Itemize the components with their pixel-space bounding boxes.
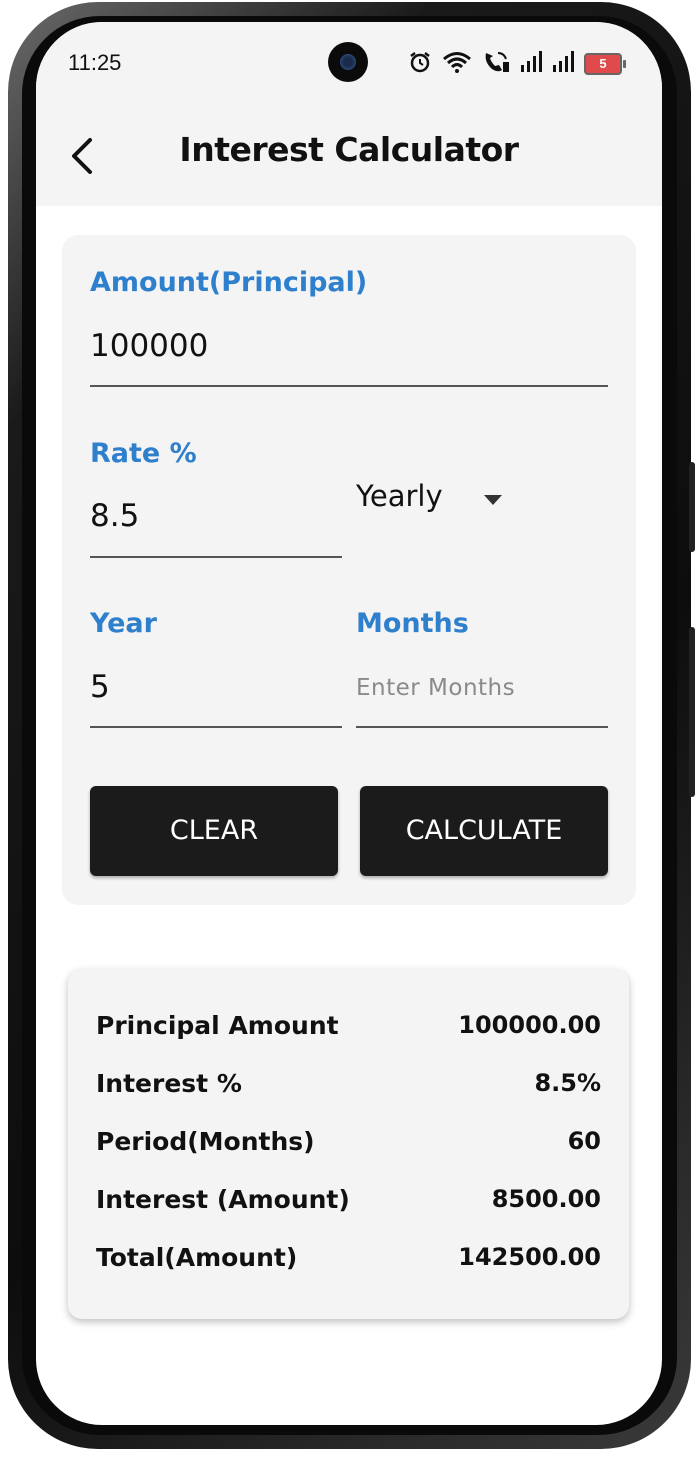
year-underline: [90, 726, 342, 728]
amount-input[interactable]: 100000: [90, 328, 208, 364]
wifi-icon: [442, 51, 472, 77]
result-label: Interest (Amount): [96, 1185, 350, 1214]
clear-button[interactable]: CLEAR: [90, 786, 338, 876]
result-value: 100000.00: [458, 1011, 601, 1039]
front-camera: [328, 42, 368, 82]
year-label: Year: [90, 608, 157, 639]
battery-icon: 5: [584, 53, 626, 75]
months-underline: [356, 726, 608, 728]
result-row: Interest (Amount) 8500.00: [96, 1185, 601, 1225]
amount-underline: [90, 385, 608, 387]
app-screen: 11:25 5 Interest Calculator Amount(Princ…: [36, 22, 662, 1425]
result-value: 142500.00: [458, 1243, 601, 1271]
rate-underline: [90, 556, 342, 558]
result-label: Period(Months): [96, 1127, 315, 1156]
rate-input[interactable]: 8.5: [90, 498, 139, 534]
months-input[interactable]: Enter Months: [356, 675, 515, 701]
result-row: Interest % 8.5%: [96, 1069, 601, 1109]
power-button: [689, 627, 695, 797]
result-value: 60: [567, 1127, 601, 1155]
alarm-icon: [408, 50, 432, 78]
result-row: Period(Months) 60: [96, 1127, 601, 1167]
chevron-down-icon: [484, 495, 502, 505]
amount-label: Amount(Principal): [90, 267, 368, 298]
result-value: 8500.00: [491, 1185, 601, 1213]
result-label: Principal Amount: [96, 1011, 339, 1040]
signal-icon: [520, 51, 542, 77]
status-icons: 5: [408, 50, 626, 78]
result-value: 8.5%: [534, 1069, 601, 1097]
volume-button: [689, 462, 695, 552]
signal-icon-2: [552, 51, 574, 77]
page-title: Interest Calculator: [179, 130, 519, 169]
result-row: Principal Amount 100000.00: [96, 1011, 601, 1051]
results-card: Principal Amount 100000.00 Interest % 8.…: [68, 969, 629, 1319]
period-type-dropdown[interactable]: Yearly: [356, 475, 516, 525]
period-type-selected: Yearly: [356, 479, 443, 513]
calculate-button[interactable]: CALCULATE: [360, 786, 608, 876]
wifi-call-icon: [482, 50, 510, 78]
result-label: Interest %: [96, 1069, 242, 1098]
status-bar: 11:25 5: [36, 22, 662, 100]
calculator-form: Amount(Principal) 100000 Rate % 8.5 Year…: [62, 235, 636, 905]
status-time: 11:25: [68, 50, 122, 75]
rate-label: Rate %: [90, 438, 197, 469]
result-row: Total(Amount) 142500.00: [96, 1243, 601, 1283]
app-bar: Interest Calculator: [36, 100, 662, 206]
months-label: Months: [356, 608, 469, 639]
year-input[interactable]: 5: [90, 669, 110, 705]
result-label: Total(Amount): [96, 1243, 298, 1272]
